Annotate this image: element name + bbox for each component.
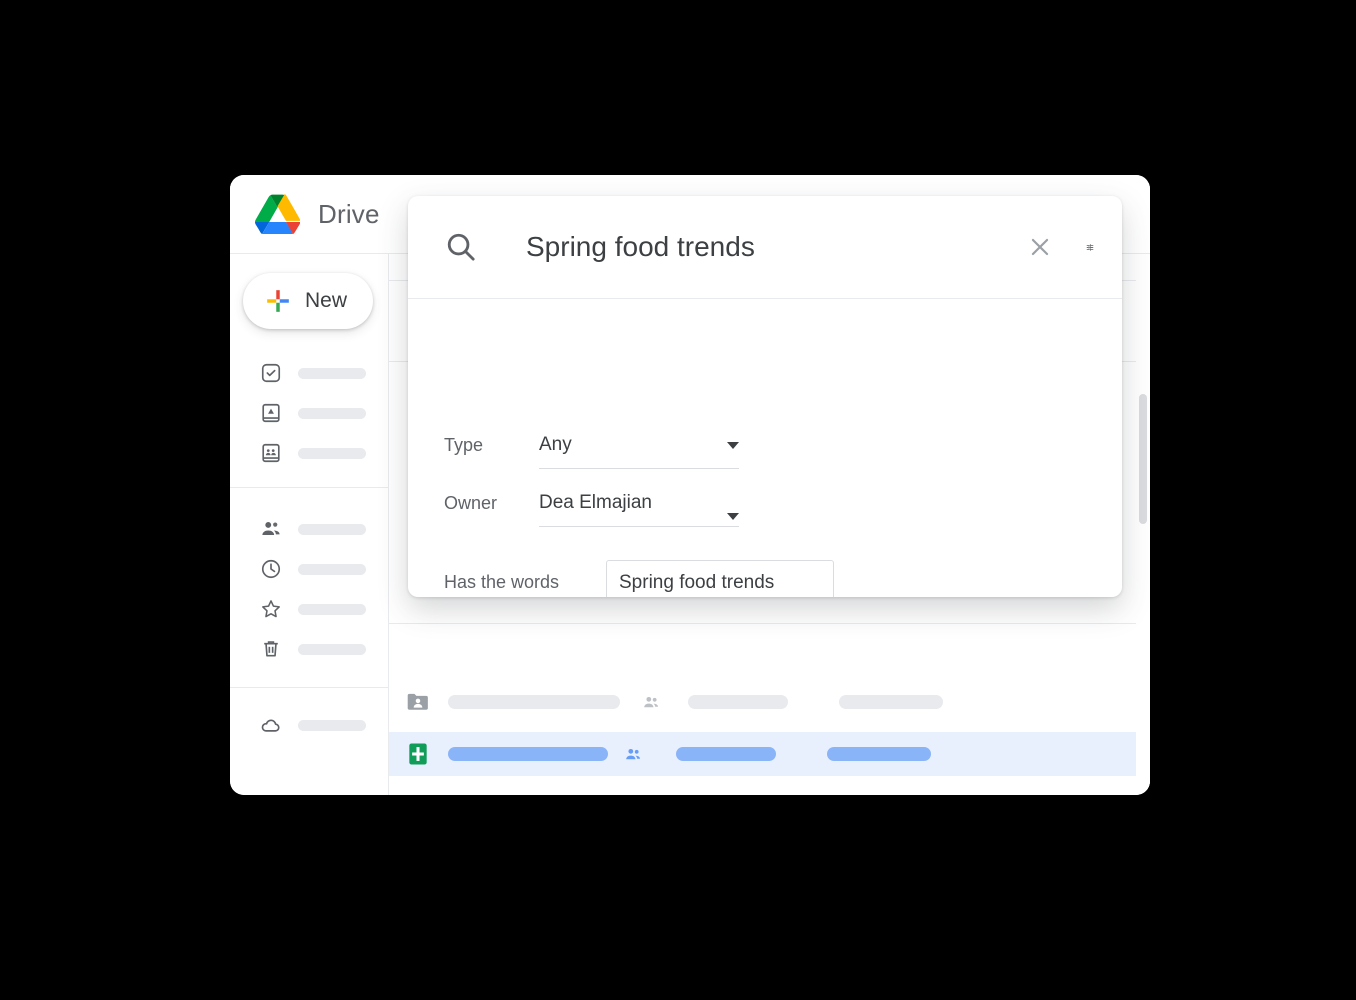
search-icon xyxy=(447,233,475,261)
tune-icon xyxy=(1086,243,1094,251)
google-drive-logo xyxy=(255,194,300,234)
sidebar-item-shared-with-me[interactable] xyxy=(230,509,388,549)
google-docs-icon xyxy=(405,793,431,795)
sidebar-label-placeholder xyxy=(298,719,366,731)
file-meta-placeholder xyxy=(839,695,943,709)
table-row[interactable] xyxy=(389,732,1150,776)
sidebar-item-priority[interactable] xyxy=(230,353,388,393)
shared-people-icon xyxy=(626,748,640,759)
field-owner: Owner Dea Elmajian xyxy=(444,491,739,527)
sidebar-group-secondary xyxy=(230,509,388,669)
sidebar-group-primary xyxy=(230,353,388,473)
vertical-scrollbar-thumb[interactable] xyxy=(1139,394,1147,524)
search-dialog-header-divider xyxy=(408,298,1122,299)
new-button[interactable]: New xyxy=(243,273,373,329)
chevron-down-icon xyxy=(727,442,739,449)
sidebar-item-recent[interactable] xyxy=(230,549,388,589)
sidebar-label-placeholder xyxy=(298,447,366,459)
field-has-the-words: Has the words Spring food trends xyxy=(444,560,834,597)
file-meta-placeholder xyxy=(827,747,931,761)
sidebar-label-placeholder xyxy=(298,603,366,615)
sidebar-group-storage xyxy=(230,705,388,745)
type-select[interactable]: Any xyxy=(539,433,739,469)
shared-people-icon xyxy=(644,696,658,707)
chevron-down-icon xyxy=(727,513,739,520)
field-label-owner: Owner xyxy=(444,493,498,513)
clock-icon xyxy=(261,559,281,579)
sidebar-label-placeholder xyxy=(298,643,366,655)
brand-name: Drive xyxy=(318,198,380,229)
shared-folder-icon xyxy=(407,693,428,710)
sidebar-item-my-drive[interactable] xyxy=(230,393,388,433)
table-row[interactable] xyxy=(389,680,1132,724)
sidebar-label-placeholder xyxy=(298,563,366,575)
sidebar-label-placeholder xyxy=(298,407,366,419)
sidebar-label-placeholder xyxy=(298,523,366,535)
advanced-search-dialog: Spring food trends Type Any Owner Dea El… xyxy=(408,196,1122,597)
owner-select[interactable]: Dea Elmajian xyxy=(539,491,739,527)
type-select-value: Any xyxy=(539,434,572,455)
sidebar-label-placeholder xyxy=(298,367,366,379)
field-label-type: Type xyxy=(444,435,484,455)
clear-search-button[interactable] xyxy=(1022,229,1058,265)
cloud-icon xyxy=(261,719,280,732)
file-name-placeholder xyxy=(448,747,608,761)
google-sheets-icon xyxy=(409,743,427,765)
vertical-scrollbar-track[interactable] xyxy=(1136,254,1150,795)
sidebar-divider-2 xyxy=(230,687,388,688)
file-meta-placeholder xyxy=(688,695,788,709)
sidebar-item-shared-drives[interactable] xyxy=(230,433,388,473)
new-button-label: New xyxy=(305,289,348,312)
sidebar-item-starred[interactable] xyxy=(230,589,388,629)
screenshot-stage: Drive New Spring food trends Type Any Ow… xyxy=(0,0,1356,1000)
sidebar-divider-1 xyxy=(230,487,388,488)
my-drive-icon xyxy=(262,403,280,423)
file-meta-placeholder xyxy=(676,747,776,761)
sidebar-item-trash[interactable] xyxy=(230,629,388,669)
sidebar-item-storage[interactable] xyxy=(230,705,388,745)
owner-select-value: Dea Elmajian xyxy=(539,492,652,513)
has-the-words-value: Spring food trends xyxy=(619,571,775,593)
field-type: Type Any xyxy=(444,433,739,469)
trash-icon xyxy=(264,641,278,657)
google-plus-icon xyxy=(267,290,289,312)
search-options-button[interactable] xyxy=(1058,229,1094,265)
star-icon xyxy=(262,600,280,618)
table-row[interactable] xyxy=(389,784,1132,795)
search-dialog-header: Spring food trends xyxy=(408,196,1122,298)
close-icon xyxy=(1031,238,1049,256)
file-name-placeholder xyxy=(448,695,620,709)
has-the-words-input[interactable]: Spring food trends xyxy=(606,560,834,597)
check-circle-box-icon xyxy=(261,363,281,383)
people-icon xyxy=(262,522,280,536)
search-input[interactable]: Spring food trends xyxy=(526,231,1022,263)
shared-drives-icon xyxy=(262,443,280,463)
content-divider-3 xyxy=(389,623,1150,624)
field-label-has-the-words: Has the words xyxy=(444,572,560,592)
